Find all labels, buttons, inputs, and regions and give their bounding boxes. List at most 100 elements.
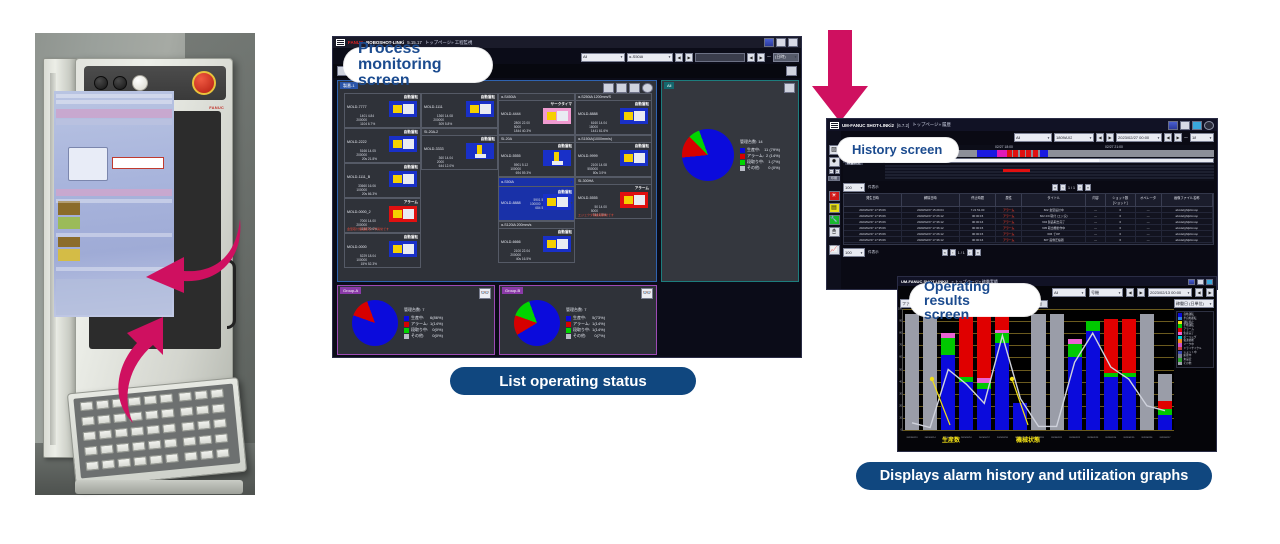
machine-cell[interactable]: 自動運転 MOLD-8888 6160 14.04 18000 1441 61.6% (575, 100, 652, 135)
bar[interactable] (904, 309, 920, 430)
history-group-select[interactable]: All (1014, 133, 1052, 142)
mouse-icon[interactable]: 🖱 (828, 227, 840, 237)
bar[interactable] (1103, 309, 1118, 430)
alarm-icon[interactable]: ☀ (828, 191, 840, 201)
group-a-tab[interactable]: Group-A (340, 287, 362, 294)
next-button[interactable]: ▶ (685, 52, 693, 62)
all-summary-panel[interactable]: All 管理台数: 14 生産中: 11 (79%) アラーム: 2 (14%)… (661, 80, 799, 282)
layout-icon-history[interactable] (1168, 120, 1178, 130)
table-row[interactable]: 2023/02/27 17:35:06 2023/02/27 17:36:12 00… (844, 237, 1213, 243)
sort-icon[interactable] (629, 83, 640, 93)
layout-icon[interactable] (764, 38, 774, 47)
menu-icon[interactable] (336, 39, 345, 46)
machine-cell[interactable]: 自動運転 MOLD-6666 2100 22.04 200000 40s 16.5% (498, 228, 575, 263)
unit-select[interactable]: (日時) (773, 52, 799, 62)
machine-group-header[interactable]: α-S150iA(1000mm/s) (575, 135, 652, 142)
range-prev-button[interactable]: ◀ (747, 52, 755, 62)
machine-cell[interactable]: 自動運転 MOLD-9999 2100 14.08 550000 80s 3.9% (575, 142, 652, 177)
machine-cell[interactable]: 自動運転 MOLD-2222 5166 14.05 200000 20s 21.8% (344, 128, 421, 163)
machine-group-header[interactable]: SI-300HA (575, 177, 652, 184)
history-prev-button[interactable]: ◀ (1096, 133, 1104, 142)
note-icon[interactable]: ▤ (828, 203, 840, 213)
prev-button[interactable]: ◀ (675, 52, 683, 62)
table-column-header[interactable]: ショット数 [ショット] (1106, 194, 1136, 206)
graph-icon[interactable]: 📈 (828, 245, 840, 255)
table-column-header[interactable]: オペレータ (1136, 194, 1162, 206)
machine-group-header[interactable]: SI-20A (498, 135, 575, 142)
machine-group-header[interactable]: SI-20A-2 (421, 128, 498, 135)
machine-list-panel[interactable]: 製番-1 自動運転 MOLD-7777 1401 4.84 200000 1104 6.… (337, 80, 657, 282)
panel-tab-all[interactable]: All (664, 82, 675, 89)
history-date-prev[interactable]: ◀ (1164, 133, 1172, 142)
table-column-header[interactable]: タイトル (1022, 194, 1087, 206)
keyboard-icon[interactable] (786, 66, 797, 76)
op-group-select[interactable]: All (1052, 288, 1086, 297)
bar[interactable] (1085, 309, 1100, 430)
table-column-header[interactable]: 属性 (996, 194, 1023, 206)
alarm-history-table[interactable]: 発生日時 解除日時 停止時間 属性 タイトル 内容 ショット数 [ショット] オペレータ 画像ファ… (843, 193, 1214, 245)
history-machine-select[interactable]: 1809AX2 (1054, 133, 1094, 142)
panel-tab-line1[interactable]: 製番-1 (340, 82, 358, 89)
hand-icon[interactable] (788, 38, 798, 47)
refresh-icon[interactable] (642, 83, 653, 93)
first-page-button-b[interactable]: « (941, 249, 948, 256)
op-next-button[interactable]: ▶ (1137, 288, 1145, 297)
monitor-icon-history[interactable] (1180, 120, 1190, 130)
machine-cell[interactable]: アラーム MOLD-5555 50 14.00 5000 744 1.5% エジェクタ前進… (575, 184, 652, 219)
last-page-button[interactable]: » (1085, 184, 1091, 191)
next-page-button[interactable]: › (1077, 184, 1083, 191)
machine-cell[interactable]: 自動運転 MOLD-1111 1360 14.08 200000 309 5.8% (421, 93, 498, 128)
chart-legend-row[interactable]: その他 (1178, 362, 1212, 366)
bar[interactable] (1067, 309, 1082, 430)
prev-page-button[interactable]: ‹ (1060, 184, 1066, 191)
machine-cell[interactable]: アラーム MOLD-0000_2 7000 14.00 200000 1148 70.0… (344, 198, 421, 233)
wrench-icon[interactable]: 🔧 (828, 215, 840, 225)
group-b-panel[interactable]: Group-B 👓 管理台数: 7 生産中: 5(73%) アラーム: 1(14… (499, 285, 657, 355)
bar[interactable] (1157, 309, 1172, 430)
group-b-tab[interactable]: Group-B (502, 287, 524, 294)
monitor-icon[interactable] (776, 38, 786, 47)
range-next-button[interactable]: ▶ (757, 52, 765, 62)
group-select[interactable]: All (581, 52, 625, 62)
gear-icon-op[interactable] (1206, 278, 1213, 285)
help-icon[interactable] (1204, 120, 1214, 130)
history-pager-bottom[interactable]: 100 件表示 « ‹ 1 / 1 › » (843, 248, 1214, 257)
print-icon[interactable]: 印刷 (828, 176, 840, 181)
machine-cell[interactable]: 自動運転 MOLD-5555 5901 5.12 100000 694 59.3% (498, 142, 575, 177)
history-next-button[interactable]: ▶ (1106, 133, 1114, 142)
table-column-header[interactable]: 発生日時 (844, 194, 902, 206)
history-breadcrumb[interactable]: トップページ» 履歴 (912, 122, 951, 128)
bar[interactable] (1139, 309, 1154, 430)
machine-cell[interactable]: 自動運転 MOLD-3333 360 14.04 2000 644 12.0% (421, 135, 498, 170)
op-machine-select[interactable]: 号機 (1089, 288, 1123, 297)
binoculars-icon-b[interactable]: 👓 (641, 288, 653, 299)
table-column-header[interactable]: 内容 (1086, 194, 1106, 206)
machine-cell[interactable]: 自動運転 MOLD-0000 5229 18.04 100000 15% 52.3% (344, 233, 421, 268)
machine-select[interactable]: α-S50iA (627, 52, 673, 62)
machine-cell[interactable]: サークタイマ MOLD-4444 2800 22.00 5000 1844 40.3% (498, 100, 575, 135)
machine-cell[interactable]: 自動運転 MOLD-1111_B 33660 16.06 100000 20s 66.3… (344, 163, 421, 198)
binoculars-icon[interactable]: 👓 (479, 288, 491, 299)
zoom-out-icon[interactable]: − (828, 169, 834, 174)
menu-icon-history[interactable] (830, 121, 839, 129)
table-column-header[interactable]: 解除日時 (902, 194, 960, 206)
machine-group-header[interactable]: α-S50iA (498, 177, 575, 186)
op-date-field[interactable]: 2023/02/13 00:00 (1148, 288, 1192, 297)
page-size-select-bottom[interactable]: 100 (843, 248, 865, 257)
last-page-button-b[interactable]: » (974, 249, 981, 256)
process-filter-bar[interactable]: All α-S50iA ◀ ▶ ◀ ▶ ～ (日時) (581, 50, 799, 64)
op-date-next[interactable]: ▶ (1206, 288, 1214, 297)
zoom-in-icon[interactable]: + (834, 169, 840, 174)
machine-group-header[interactable]: α-S450iA (498, 93, 575, 100)
prev-page-button-b[interactable]: ‹ (949, 249, 956, 256)
group-a-panel[interactable]: Group-A 👓 管理台数: 7 生産中: 6(86%) アラーム: 1(14… (337, 285, 495, 355)
table-body[interactable]: 2023/02/27 17:35:06 2023/02/27 15:29:04 7.… (844, 207, 1213, 243)
gear-icon-history[interactable] (1192, 120, 1202, 130)
layout-grid-icon[interactable] (616, 83, 627, 93)
next-page-button-b[interactable]: › (966, 249, 973, 256)
page-size-select-top[interactable]: 100 (843, 183, 865, 192)
machine-cell[interactable]: 自動運転 MOLD-7777 1401 4.84 200000 1104 6.7% (344, 93, 421, 128)
bar[interactable] (977, 309, 992, 430)
op-prev-button[interactable]: ◀ (1126, 288, 1134, 297)
table-column-header[interactable]: 画像ファイル名称 (1162, 194, 1213, 206)
